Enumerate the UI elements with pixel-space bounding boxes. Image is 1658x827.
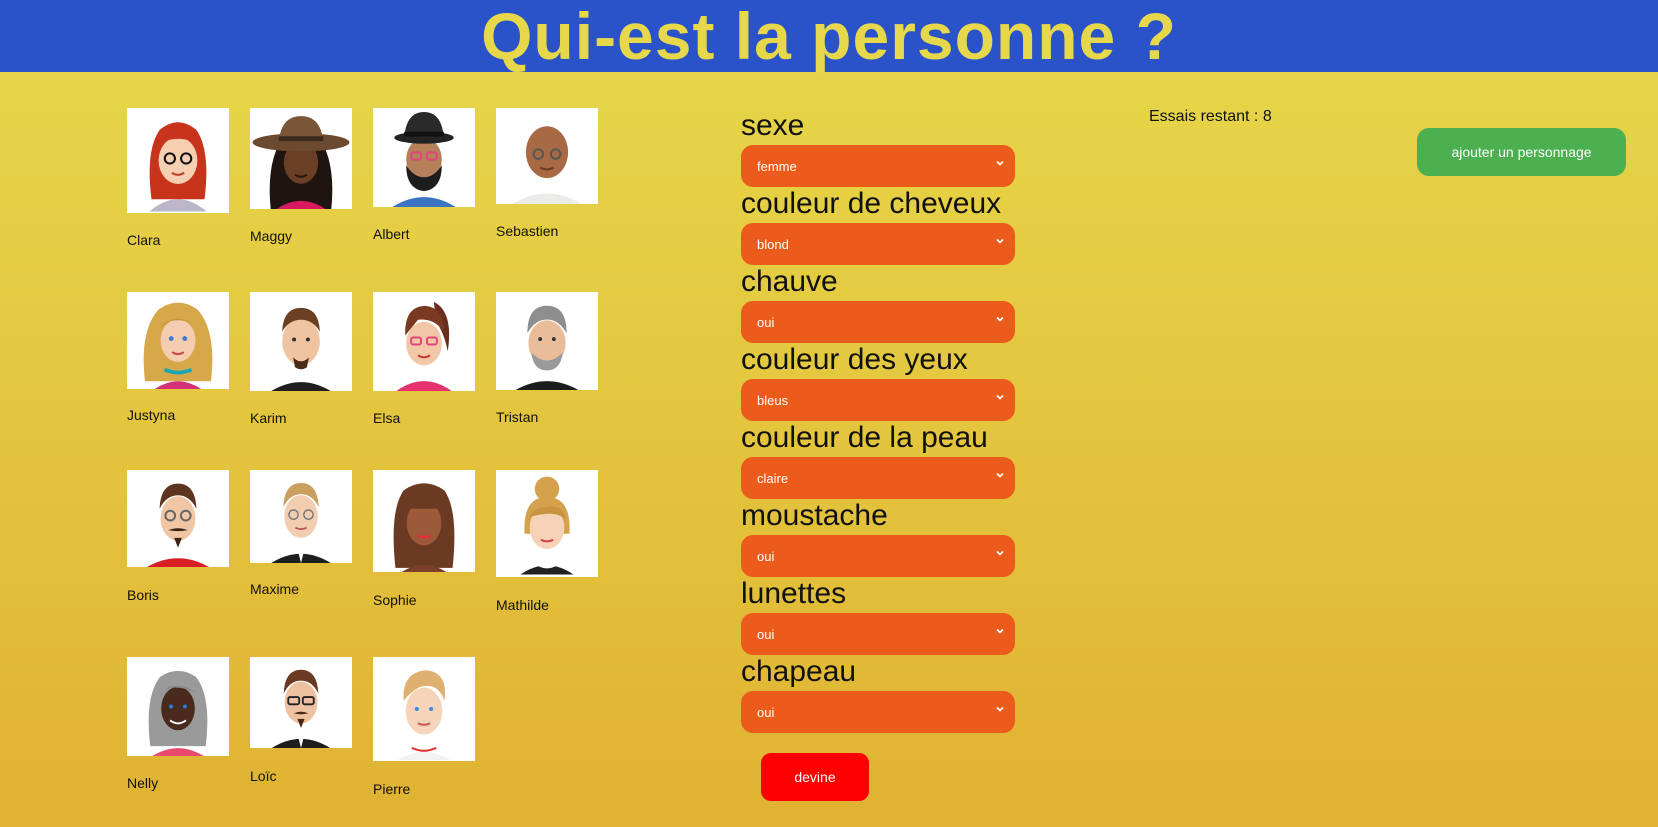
brown-hair-man-glasses-moustache-avatar-icon [127,470,229,567]
character-card-boris[interactable]: Boris [127,470,231,603]
select-value: claire [757,470,789,486]
bald-man-glasses-avatar-icon [496,108,598,204]
character-name: Boris [127,587,159,603]
select-value: femme [757,158,797,174]
character-name: Albert [373,226,410,242]
character-card-elsa[interactable]: Elsa [373,292,477,426]
blonde-curly-woman-avatar-icon [127,292,229,389]
character-card-loic[interactable]: Loïc [250,657,354,784]
man-glasses-goatee-avatar-icon [250,657,352,748]
select-value: oui [757,548,775,564]
chevron-down-icon [996,160,1004,166]
tries-remaining: Essais restant : 8 [1149,108,1272,125]
hat-label: chapeau [741,655,857,688]
eye-color-label: couleur des yeux [741,343,968,376]
character-name: Pierre [373,781,411,797]
character-name: Loïc [250,768,277,784]
character-card-sebastien[interactable]: Sebastien [496,108,600,239]
chevron-down-icon [996,550,1004,556]
select-value: oui [757,314,775,330]
skin-color-select[interactable]: claire [741,457,1015,499]
blonde-bun-woman-avatar-icon [496,470,598,577]
brown-hair-man-beard-avatar-icon [250,292,352,391]
blonde-man-glasses-avatar-icon [250,470,352,563]
hat-select[interactable]: oui [741,691,1015,733]
sexe-select[interactable]: femme [741,145,1015,187]
select-value: oui [757,704,775,720]
eye-color-select[interactable]: bleus [741,379,1015,421]
character-card-karim[interactable]: Karim [250,292,354,426]
select-value: blond [757,236,789,252]
skin-color-label: couleur de la peau [741,421,988,454]
character-name: Sebastien [496,223,559,239]
character-card-tristan[interactable]: Tristan [496,292,600,425]
chevron-down-icon [996,316,1004,322]
grey-hair-woman-avatar-icon [127,657,229,756]
character-card-sophie[interactable]: Sophie [373,470,477,608]
guess-button[interactable]: devine [761,753,869,801]
hat-bearded-man-glasses-avatar-icon [373,108,475,207]
character-card-nelly[interactable]: Nelly [127,657,231,791]
character-card-pierre[interactable]: Pierre [373,657,477,797]
glasses-select[interactable]: oui [741,613,1015,655]
character-card-albert[interactable]: Albert [373,108,477,242]
character-name: Justyna [127,407,176,423]
bald-select[interactable]: oui [741,301,1015,343]
chevron-down-icon [996,394,1004,400]
ponytail-woman-glasses-avatar-icon [373,292,475,391]
grey-hair-man-beard-avatar-icon [496,292,598,390]
hair-color-select[interactable]: blond [741,223,1015,265]
chevron-down-icon [996,628,1004,634]
add-character-button[interactable]: ajouter un personnage [1417,128,1626,176]
hat-woman-dark-hair-avatar-icon [250,108,352,209]
character-card-justyna[interactable]: Justyna [127,292,231,423]
long-brown-hair-woman-avatar-icon [373,470,475,572]
character-name: Tristan [496,409,539,425]
character-card-mathilde[interactable]: Mathilde [496,470,600,613]
blonde-young-man-avatar-icon [373,657,475,761]
character-name: Maggy [250,228,293,244]
character-name: Sophie [373,592,417,608]
red-hair-woman-glasses-avatar-icon [127,108,229,213]
bald-label: chauve [741,265,838,298]
chevron-down-icon [996,472,1004,478]
character-name: Maxime [250,581,300,597]
hair-color-label: couleur de cheveux [741,187,1002,220]
moustache-label: moustache [741,499,888,532]
chevron-down-icon [996,706,1004,712]
select-value: bleus [757,392,789,408]
chevron-down-icon [996,238,1004,244]
character-card-clara[interactable]: Clara [127,108,231,248]
select-value: oui [757,626,775,642]
page-title: Qui-est la personne ? [481,0,1177,73]
character-name: Mathilde [496,597,549,613]
character-card-maggy[interactable]: Maggy [250,108,354,244]
character-name: Clara [127,232,161,248]
character-card-maxime[interactable]: Maxime [250,470,354,597]
moustache-select[interactable]: oui [741,535,1015,577]
character-name: Nelly [127,775,159,791]
glasses-label: lunettes [741,577,847,610]
header-bar: Qui-est la personne ? [0,0,1658,72]
character-name: Elsa [373,410,401,426]
sexe-label: sexe [741,109,805,142]
character-name: Karim [250,410,287,426]
